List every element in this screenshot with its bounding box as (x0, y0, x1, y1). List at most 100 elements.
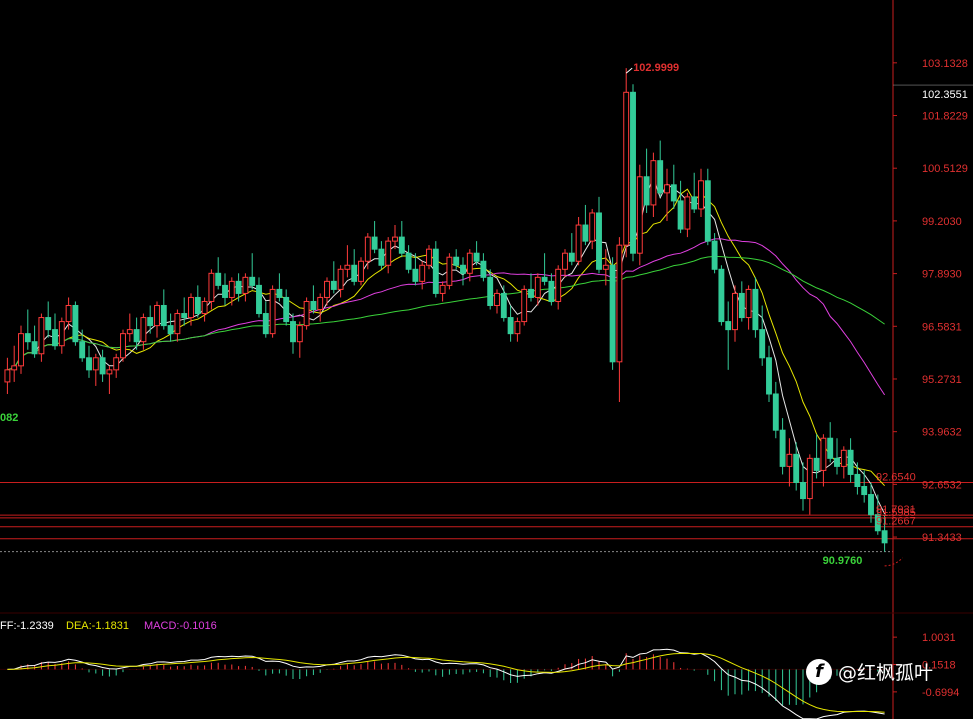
horizontal-lines-layer (0, 481, 973, 553)
candle-body (249, 276, 256, 286)
candle (827, 422, 834, 463)
candle (494, 289, 500, 314)
candle-body (766, 357, 772, 395)
candle (228, 277, 235, 306)
candle-body (677, 200, 684, 230)
candle (779, 418, 786, 475)
candle-body (262, 313, 269, 335)
watermark-logo-icon: f (806, 658, 832, 685)
candle-body (174, 313, 181, 335)
candle-body (188, 296, 194, 319)
candle (120, 329, 126, 362)
candle-body (215, 272, 222, 286)
candle-body (786, 453, 793, 467)
candle (290, 313, 296, 354)
candle (800, 462, 806, 511)
candle-body (664, 184, 670, 194)
candle-body (167, 325, 174, 335)
candle-body (296, 325, 303, 343)
candle (500, 285, 507, 322)
candle (235, 273, 242, 302)
candle-body (330, 280, 337, 290)
current-price-label: 102.3551 (922, 89, 968, 101)
candle-body (568, 252, 575, 262)
candle-body (256, 284, 262, 315)
candle-body (133, 329, 140, 343)
candle-body (208, 272, 215, 302)
candle-body (834, 457, 840, 467)
moving-average-lines-layer (7, 176, 886, 515)
candle-body (623, 91, 630, 246)
candle (106, 365, 113, 394)
candle (160, 289, 167, 330)
candle-body (337, 268, 344, 290)
candle-body (317, 296, 324, 311)
candle (31, 325, 38, 358)
candle-body (242, 276, 249, 294)
candle-body (541, 276, 548, 282)
candle-body (65, 304, 72, 323)
candle (562, 249, 568, 278)
candle (623, 68, 630, 258)
candle (820, 434, 827, 487)
candle (514, 317, 521, 342)
candle-body (473, 252, 480, 262)
candle-body (813, 457, 820, 471)
candle-body (364, 236, 371, 262)
candle (806, 454, 813, 515)
candle (133, 317, 140, 350)
watermark: f @红枫孤叶 (806, 658, 933, 685)
candle-body (147, 317, 154, 327)
candle (38, 313, 45, 362)
candle-body (201, 300, 208, 315)
candle (269, 285, 276, 338)
candle (201, 297, 208, 322)
candle (215, 257, 222, 290)
candle-body (113, 357, 120, 371)
candle-body (79, 341, 86, 359)
candle-body (228, 280, 235, 298)
y-tick-label: 103.1328 (922, 58, 968, 70)
candle (154, 301, 160, 338)
price-axis: 103.1328 101.8229 100.5129 99.2030 97.8930 96… (0, 0, 973, 614)
candle (738, 281, 745, 322)
candle (766, 345, 772, 403)
candle-body (351, 264, 358, 282)
candle-body (881, 530, 888, 544)
candle (847, 438, 854, 483)
candle (181, 297, 188, 326)
candle (528, 273, 534, 302)
candle-body (670, 184, 677, 202)
candle-body (521, 288, 528, 323)
candle-body (453, 256, 460, 266)
candle (72, 301, 79, 346)
y-tick-label: 92.6532 (922, 479, 962, 491)
candle-body (371, 236, 378, 250)
candle (113, 353, 120, 378)
candle-body (589, 212, 596, 242)
candle (732, 285, 738, 342)
candle (99, 349, 106, 382)
candle (643, 148, 650, 213)
candle (439, 281, 446, 302)
candle-body (58, 321, 65, 347)
candle (555, 265, 562, 310)
candle-body (657, 160, 664, 194)
candle-body (507, 317, 514, 335)
candle-body (643, 176, 650, 206)
candle (616, 237, 623, 403)
candle-body (45, 317, 52, 331)
candle (460, 257, 466, 286)
candle-body (412, 268, 419, 282)
y-tick-label: 93.9632 (922, 427, 962, 439)
candle (147, 305, 154, 334)
y-tick-label: 99.2030 (922, 216, 962, 228)
candle (167, 313, 174, 342)
candle-body (480, 260, 487, 278)
annotation-labels: 92.654091.793191.598591.2667102.999990.9… (0, 62, 916, 567)
candle (256, 277, 262, 318)
candle (698, 168, 704, 217)
candle (548, 273, 555, 306)
candle-body (269, 288, 276, 335)
candle-body (800, 481, 806, 500)
